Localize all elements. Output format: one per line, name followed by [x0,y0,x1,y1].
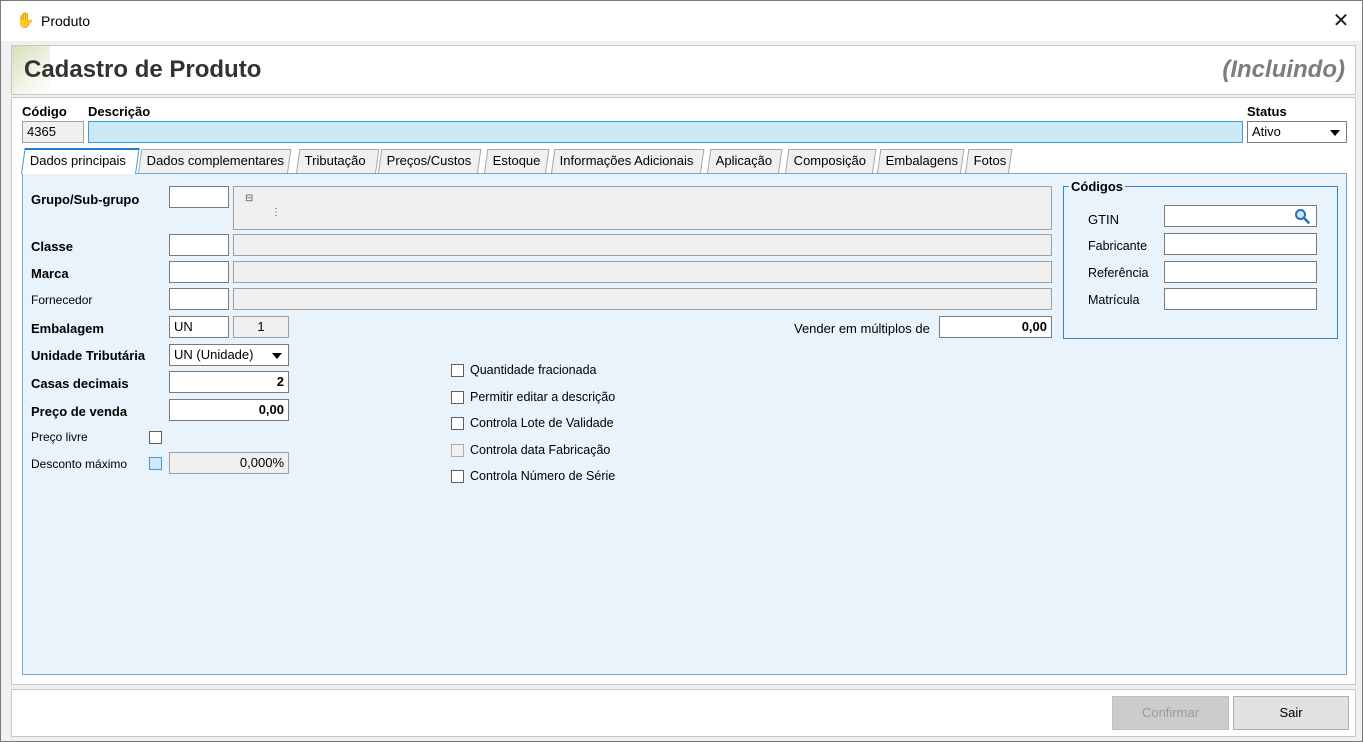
vender-multiplos-field[interactable]: 0,00 [939,316,1052,338]
mode-indicator: (Incluindo) [1222,56,1345,83]
permitir-editar-descricao-checkbox[interactable] [451,391,464,404]
codigo-field[interactable]: 4365 [22,121,84,143]
matricula-field[interactable] [1164,288,1317,310]
status-value: Ativo [1252,124,1281,139]
tree-branch-icon: ⋮ [271,207,281,218]
unidade-tributaria-label: Unidade Tributária [31,348,146,363]
chevron-down-icon [272,353,282,359]
preco-livre-checkbox[interactable] [149,431,162,444]
tab-embalagens[interactable]: Embalagens [877,149,965,173]
marca-desc-field [233,261,1052,283]
marca-label: Marca [31,266,69,281]
tab-dados-principais[interactable]: Dados principais [21,148,140,174]
controla-data-fabricacao-checkbox[interactable] [451,444,464,457]
controla-numero-serie-checkbox[interactable] [451,470,464,483]
chevron-down-icon [1330,130,1340,136]
codigos-group-title: Códigos [1069,179,1125,194]
quantidade-fracionada-checkbox[interactable] [451,364,464,377]
fornecedor-label: Fornecedor [31,293,93,307]
product-window: ✋ Produto ✕ Cadastro de Produto (Incluin… [0,0,1363,742]
exit-button[interactable]: Sair [1233,696,1349,730]
tab-aplicacao[interactable]: Aplicação [707,149,783,173]
preco-venda-label: Preço de venda [31,404,128,419]
desconto-maximo-checkbox[interactable] [149,457,162,470]
tab-tributacao[interactable]: Tributação [296,149,380,173]
unidade-tributaria-value: UN (Unidade) [174,347,254,362]
matricula-label: Matrícula [1088,293,1140,307]
search-icon[interactable] [1294,208,1310,224]
controla-data-fabricacao-label: Controla data Fabricação [470,443,611,457]
controla-lote-validade-checkbox[interactable] [451,417,464,430]
close-icon[interactable]: ✕ [1327,7,1355,35]
casas-decimais-label: Casas decimais [31,376,129,391]
status-label: Status [1247,104,1287,119]
tab-strip: Dados principais Dados complementares Tr… [21,148,1021,174]
preco-venda-field[interactable]: 0,00 [169,399,289,421]
marca-code-field[interactable] [169,261,229,283]
grupo-label: Grupo/Sub-grupo [31,192,140,207]
classe-label: Classe [31,239,73,254]
page-header: Cadastro de Produto (Incluindo) [11,45,1356,95]
fabricante-label: Fabricante [1088,239,1148,253]
tab-fotos[interactable]: Fotos [965,149,1013,173]
casas-decimais-field[interactable]: 2 [169,371,289,393]
controla-lote-validade-label: Controla Lote de Validade [470,416,614,430]
tree-expand-icon[interactable]: ⊟ [245,193,253,204]
grupo-code-field[interactable] [169,186,229,208]
embalagem-qty-field: 1 [233,316,289,338]
tab-composicao[interactable]: Composição [785,149,877,173]
unidade-tributaria-select[interactable]: UN (Unidade) [169,344,289,366]
referencia-field[interactable] [1164,261,1317,283]
vender-multiplos-label: Vender em múltiplos de [794,321,930,336]
status-select[interactable]: Ativo [1247,121,1347,143]
tab-informacoes-adicionais[interactable]: Informações Adicionais [551,149,705,173]
embalagem-label: Embalagem [31,321,104,336]
fabricante-field[interactable] [1164,233,1317,255]
tab-precos-custos[interactable]: Preços/Custos [378,149,482,173]
tab-dados-complementares[interactable]: Dados complementares [138,149,292,173]
confirm-button[interactable]: Confirmar [1112,696,1229,730]
classe-desc-field [233,234,1052,256]
controla-numero-serie-label: Controla Número de Série [470,469,616,483]
classe-code-field[interactable] [169,234,229,256]
hand-icon: ✋ [16,12,35,29]
grupo-tree[interactable] [233,186,1052,230]
codigo-label: Código [22,104,67,119]
desconto-maximo-field: 0,000% [169,452,289,474]
fornecedor-desc-field [233,288,1052,310]
fornecedor-code-field[interactable] [169,288,229,310]
descricao-label: Descrição [88,104,151,119]
descricao-field[interactable] [88,121,1243,143]
preco-livre-label: Preço livre [31,430,88,444]
gtin-label: GTIN [1088,212,1120,227]
referencia-label: Referência [1088,266,1149,280]
quantidade-fracionada-label: Quantidade fracionada [470,363,597,377]
desconto-maximo-label: Desconto máximo [31,457,128,471]
title-bar: ✋ Produto ✕ [1,1,1362,41]
permitir-editar-descricao-label: Permitir editar a descrição [470,390,616,404]
window-title: Produto [41,13,91,29]
tab-estoque[interactable]: Estoque [484,149,550,173]
embalagem-unit-field[interactable]: UN [169,316,229,338]
page-title: Cadastro de Produto [24,56,262,83]
